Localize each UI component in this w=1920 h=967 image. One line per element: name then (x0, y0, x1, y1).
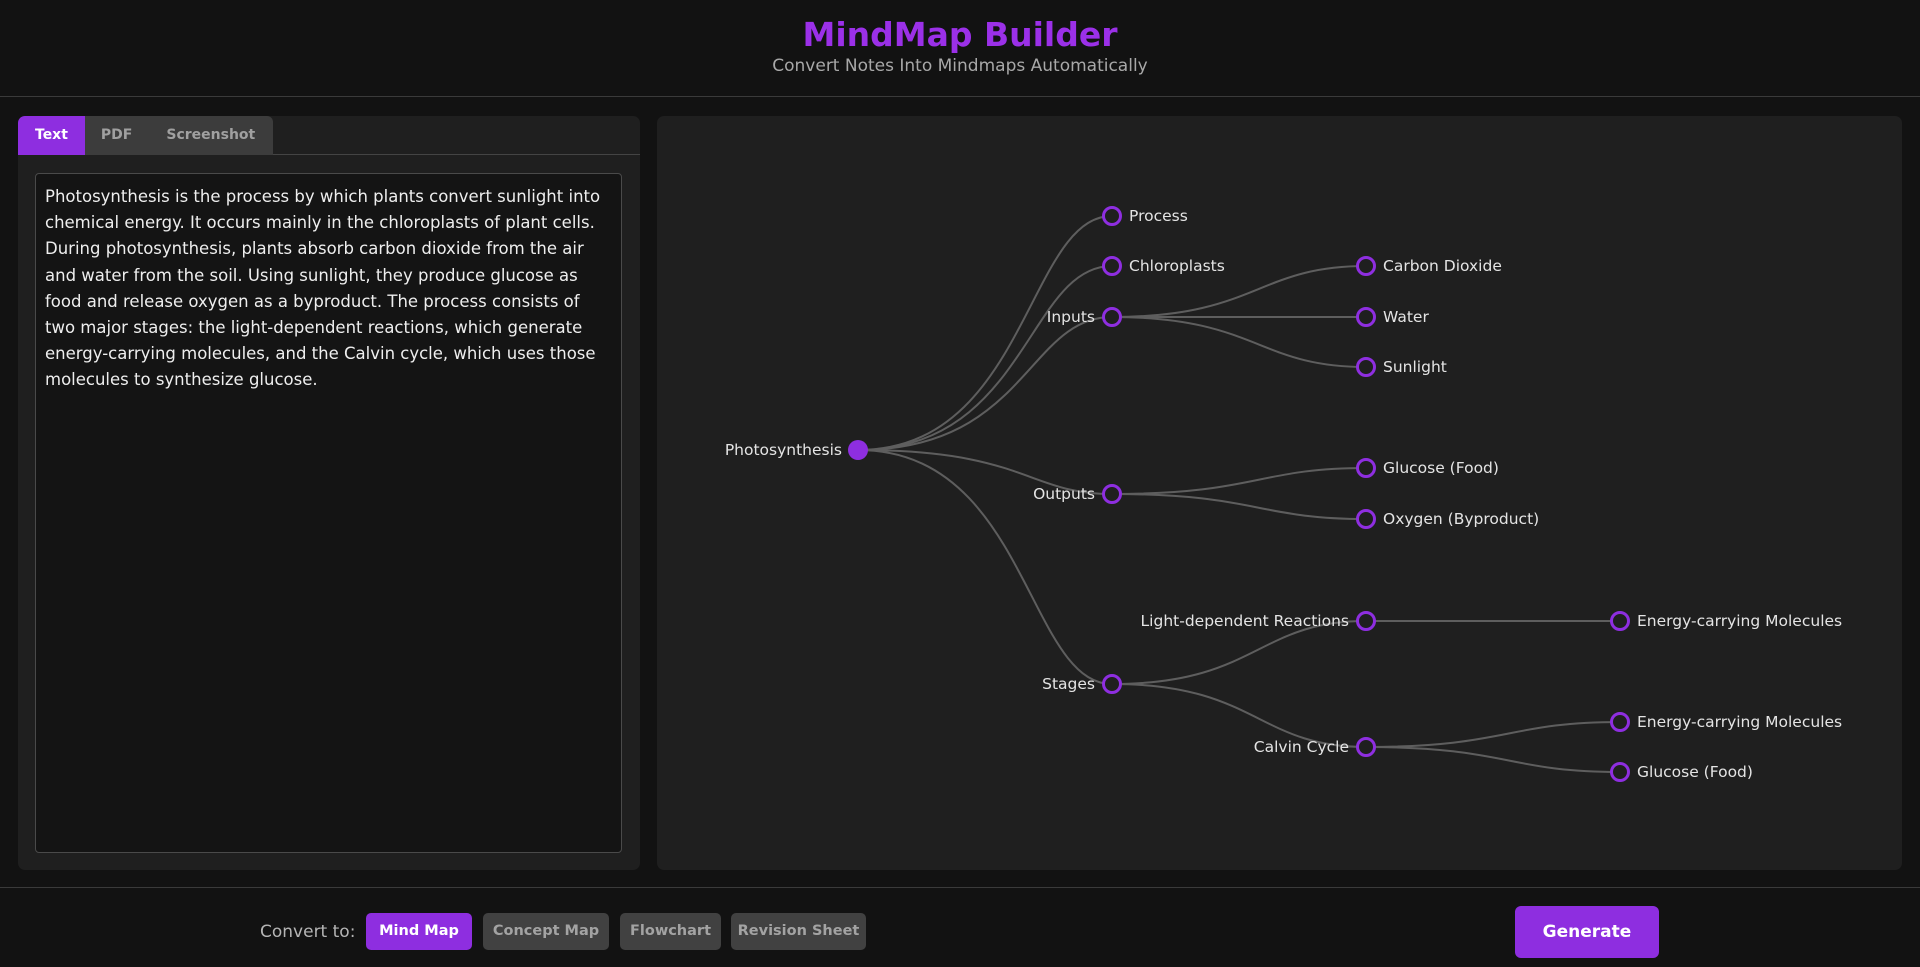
node-energy-molecules-1[interactable] (1610, 611, 1630, 631)
edge-outputs-glucose (1111, 467, 1367, 495)
node-root-label: Photosynthesis (725, 441, 842, 459)
edge-outputs-oxygen (1111, 493, 1367, 520)
node-glucose-2-label: Glucose (Food) (1637, 763, 1753, 781)
edge-inputs-sunlight (1111, 316, 1367, 368)
node-process-label: Process (1129, 207, 1188, 225)
node-energy-molecules-2[interactable] (1610, 712, 1630, 732)
node-calvin-cycle[interactable] (1356, 737, 1376, 757)
mindmap-canvas: Photosynthesis Process Chloroplasts Inpu… (657, 116, 1902, 870)
node-light-reactions[interactable] (1356, 611, 1376, 631)
format-mind-map-button[interactable]: Mind Map (366, 913, 472, 950)
node-root[interactable] (848, 440, 868, 460)
format-flowchart-button[interactable]: Flowchart (620, 913, 721, 950)
app-header: MindMap Builder Convert Notes Into Mindm… (0, 0, 1920, 97)
edge-calvin-energy (1365, 721, 1621, 748)
node-inputs-label: Inputs (1047, 308, 1095, 326)
node-oxygen[interactable] (1356, 509, 1376, 529)
edge-stages-light (1111, 620, 1367, 685)
node-sunlight[interactable] (1356, 357, 1376, 377)
node-calvin-cycle-label: Calvin Cycle (1254, 738, 1349, 756)
node-carbon-dioxide-label: Carbon Dioxide (1383, 257, 1502, 275)
node-carbon-dioxide[interactable] (1356, 256, 1376, 276)
mindmap-svg: Photosynthesis Process Chloroplasts Inpu… (725, 206, 1842, 782)
node-glucose[interactable] (1356, 458, 1376, 478)
node-water-label: Water (1383, 308, 1429, 326)
node-energy-molecules-1-label: Energy-carrying Molecules (1637, 612, 1842, 630)
node-water[interactable] (1356, 307, 1376, 327)
node-inputs[interactable] (1102, 307, 1122, 327)
node-oxygen-label: Oxygen (Byproduct) (1383, 510, 1539, 528)
notes-textarea[interactable]: Photosynthesis is the process by which p… (35, 173, 622, 853)
node-process[interactable] (1102, 206, 1122, 226)
convert-label: Convert to: (260, 922, 356, 942)
node-outputs-label: Outputs (1033, 485, 1095, 503)
app-subtitle: Convert Notes Into Mindmaps Automaticall… (772, 56, 1148, 76)
format-concept-map-button[interactable]: Concept Map (483, 913, 609, 950)
footer-bar: Convert to: Mind Map Concept Map Flowcha… (0, 887, 1920, 967)
tab-pdf[interactable]: PDF (84, 116, 149, 155)
edge-root-process (857, 215, 1113, 451)
tab-text[interactable]: Text (18, 116, 85, 155)
node-chloroplasts[interactable] (1102, 256, 1122, 276)
input-tabs: Text PDF Screenshot (18, 116, 640, 155)
node-stages[interactable] (1102, 674, 1122, 694)
app-title: MindMap Builder (802, 15, 1118, 54)
tab-screenshot[interactable]: Screenshot (148, 116, 274, 155)
edge-calvin-glucose (1365, 746, 1621, 773)
node-glucose-label: Glucose (Food) (1383, 459, 1499, 477)
node-glucose-2[interactable] (1610, 762, 1630, 782)
node-outputs[interactable] (1102, 484, 1122, 504)
input-panel: Text PDF Screenshot Photosynthesis is th… (18, 116, 640, 870)
format-revision-sheet-button[interactable]: Revision Sheet (731, 913, 866, 950)
node-sunlight-label: Sunlight (1383, 358, 1447, 376)
generate-button[interactable]: Generate (1515, 906, 1659, 958)
node-energy-molecules-2-label: Energy-carrying Molecules (1637, 713, 1842, 731)
node-stages-label: Stages (1042, 675, 1095, 693)
node-chloroplasts-label: Chloroplasts (1129, 257, 1225, 275)
edge-root-chloroplasts (857, 265, 1113, 451)
node-light-reactions-label: Light-dependent Reactions (1141, 612, 1349, 630)
